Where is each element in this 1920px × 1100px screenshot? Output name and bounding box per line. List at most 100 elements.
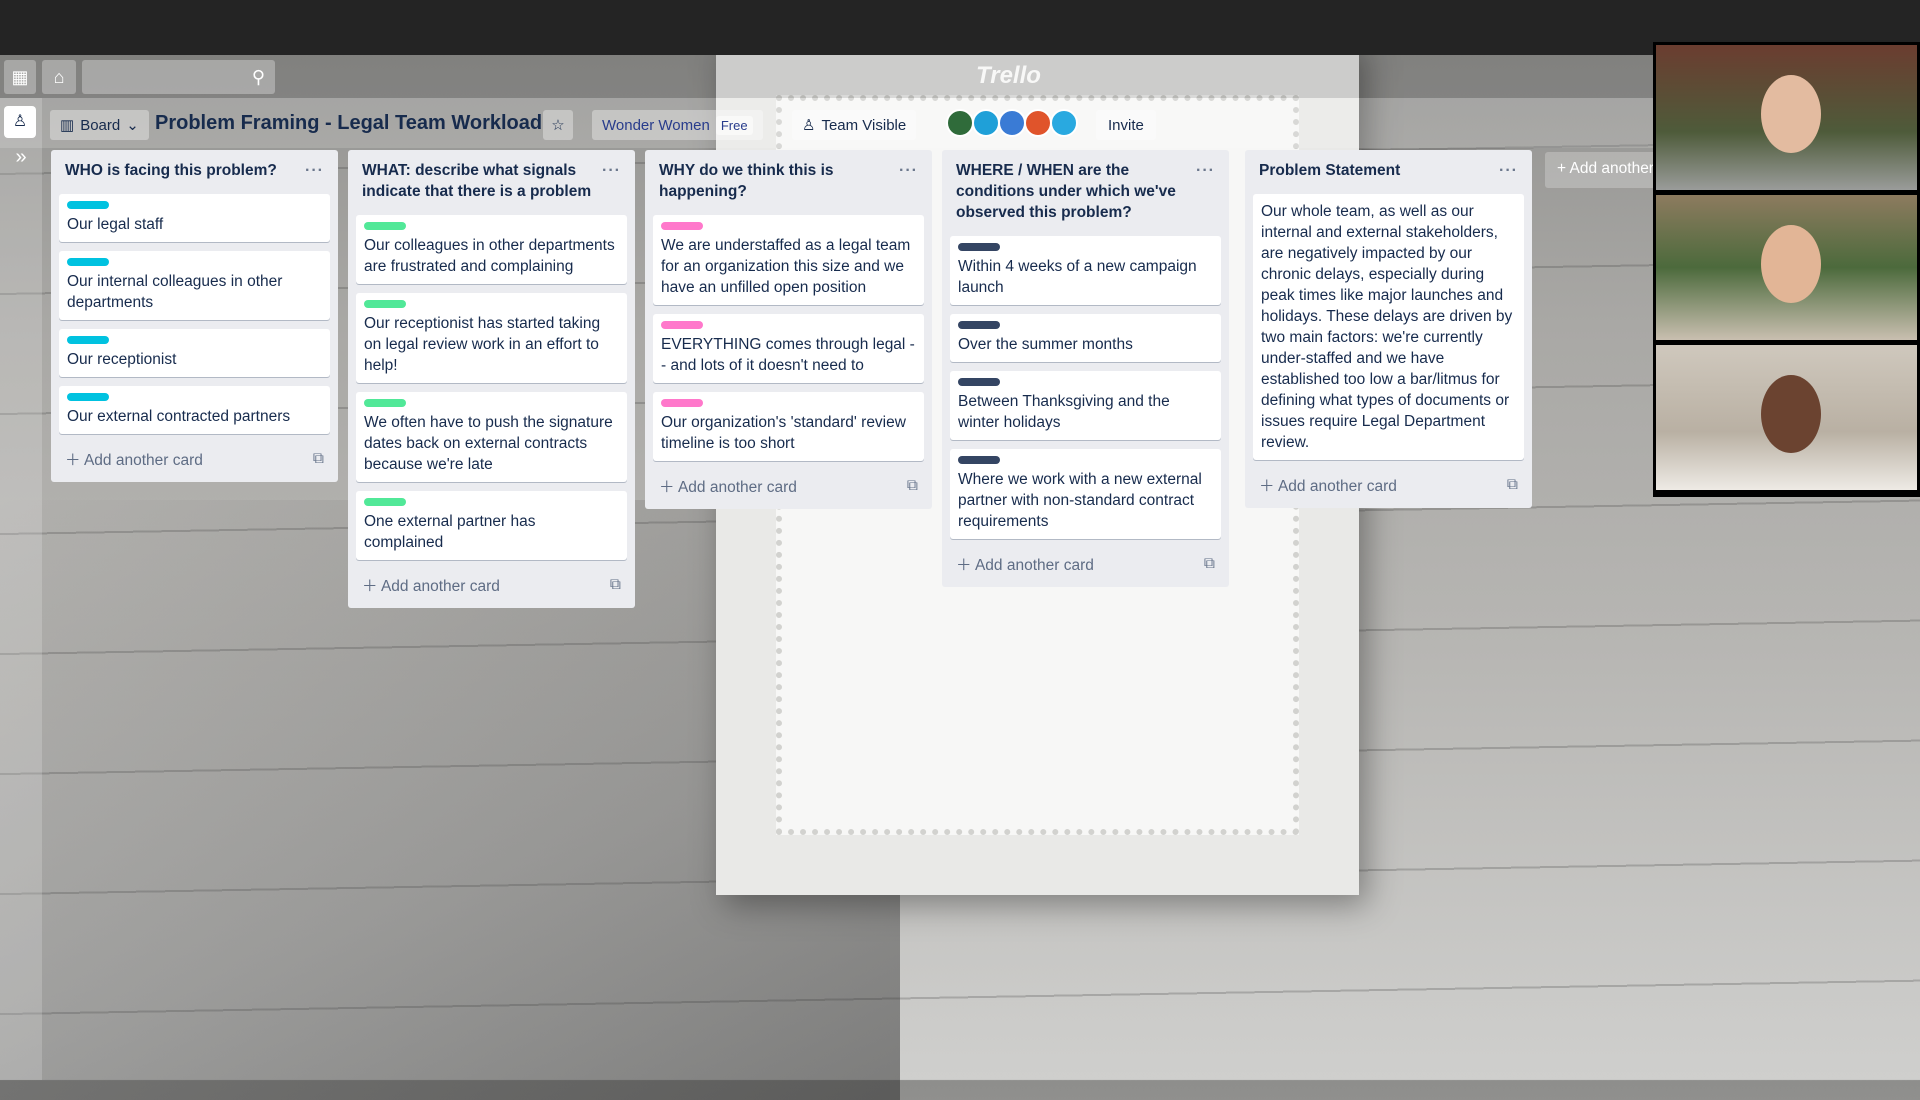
add-card-button[interactable]: ＋ Add another card bbox=[659, 475, 797, 497]
card[interactable]: Over the summer months bbox=[950, 314, 1221, 362]
card-label[interactable] bbox=[958, 321, 1000, 329]
board-title[interactable]: Problem Framing - Legal Team Workload bbox=[155, 112, 542, 135]
member-avatar[interactable] bbox=[946, 109, 974, 137]
card-label[interactable] bbox=[364, 498, 406, 506]
list-menu-icon[interactable]: ··· bbox=[1499, 160, 1518, 181]
member-avatar[interactable] bbox=[972, 109, 1000, 137]
list-title[interactable]: WHAT: describe what signals indicate tha… bbox=[362, 160, 602, 202]
list: WHAT: describe what signals indicate tha… bbox=[348, 150, 635, 608]
board-switcher-button[interactable]: ▥ Board ⌄ bbox=[50, 110, 149, 140]
card-text: Our organization's 'standard' review tim… bbox=[661, 414, 906, 452]
home-icon[interactable]: ⌂ bbox=[42, 60, 76, 94]
card-label[interactable] bbox=[661, 321, 703, 329]
card[interactable]: Our receptionist bbox=[59, 329, 330, 377]
video-tile-participant-3 bbox=[1656, 345, 1917, 490]
team-visible-icon: ♙ bbox=[802, 117, 816, 134]
add-list-button[interactable]: + Add another list bbox=[1545, 152, 1655, 188]
list: Problem Statement ··· Our whole team, as w… bbox=[1245, 150, 1532, 508]
list-menu-icon[interactable]: ··· bbox=[1196, 160, 1215, 223]
card-text: Our receptionist has started taking on l… bbox=[364, 315, 601, 374]
card-label[interactable] bbox=[958, 378, 1000, 386]
card-label[interactable] bbox=[661, 399, 703, 407]
add-card-button[interactable]: ＋ Add another card bbox=[65, 448, 203, 470]
list-menu-icon[interactable]: ··· bbox=[899, 160, 918, 202]
card[interactable]: Within 4 weeks of a new campaign launch bbox=[950, 236, 1221, 305]
card-label[interactable] bbox=[67, 336, 109, 344]
card-label[interactable] bbox=[958, 456, 1000, 464]
card-label[interactable] bbox=[364, 300, 406, 308]
card[interactable]: EVERYTHING comes through legal -- and lo… bbox=[653, 314, 924, 383]
card[interactable]: Our receptionist has started taking on l… bbox=[356, 293, 627, 383]
video-tile-participant-1 bbox=[1656, 45, 1917, 190]
card[interactable]: Our organization's 'standard' review tim… bbox=[653, 392, 924, 461]
card[interactable]: Between Thanksgiving and the winter holi… bbox=[950, 371, 1221, 440]
member-avatar[interactable] bbox=[998, 109, 1026, 137]
video-call-panel bbox=[1653, 42, 1920, 497]
board-sidebar: ♙ » bbox=[0, 98, 42, 1080]
card[interactable]: Where we work with a new external partne… bbox=[950, 449, 1221, 539]
list-title[interactable]: WHO is facing this problem? bbox=[65, 160, 277, 181]
card-label[interactable] bbox=[958, 243, 1000, 251]
card[interactable]: We are understaffed as a legal team for … bbox=[653, 215, 924, 305]
expand-sidebar-icon[interactable]: » bbox=[0, 146, 42, 169]
add-card-button[interactable]: ＋ Add another card bbox=[362, 574, 500, 596]
list-menu-icon[interactable]: ··· bbox=[602, 160, 621, 202]
team-button[interactable]: Wonder Women Free bbox=[592, 110, 763, 140]
card-template-icon[interactable]: ⧉ bbox=[1507, 476, 1518, 494]
card-label[interactable] bbox=[67, 258, 109, 266]
list: WHERE / WHEN are the conditions under wh… bbox=[942, 150, 1229, 587]
card-template-icon[interactable]: ⧉ bbox=[1204, 555, 1215, 573]
card-label[interactable] bbox=[661, 222, 703, 230]
card-text: We often have to push the signature date… bbox=[364, 414, 613, 473]
card[interactable]: We often have to push the signature date… bbox=[356, 392, 627, 482]
card[interactable]: Our external contracted partners bbox=[59, 386, 330, 434]
list-title[interactable]: Problem Statement bbox=[1259, 160, 1400, 181]
apps-grid-icon[interactable]: ▦ bbox=[4, 60, 36, 94]
video-tile-participant-2 bbox=[1656, 195, 1917, 340]
list-title[interactable]: WHY do we think this is happening? bbox=[659, 160, 899, 202]
card[interactable]: One external partner has complained bbox=[356, 491, 627, 560]
card-text: Within 4 weeks of a new campaign launch bbox=[958, 258, 1197, 296]
card-text: One external partner has complained bbox=[364, 513, 536, 551]
card-text: Our external contracted partners bbox=[67, 408, 291, 425]
list-menu-icon[interactable]: ··· bbox=[305, 160, 324, 181]
card-template-icon[interactable]: ⧉ bbox=[907, 477, 918, 495]
card-label[interactable] bbox=[364, 222, 406, 230]
card-text: EVERYTHING comes through legal -- and lo… bbox=[661, 336, 915, 374]
team-icon[interactable]: ♙ bbox=[4, 106, 36, 138]
card-template-icon[interactable]: ⧉ bbox=[610, 576, 621, 594]
card[interactable]: Our internal colleagues in other departm… bbox=[59, 251, 330, 320]
card-text: Our receptionist bbox=[67, 351, 177, 368]
list-title[interactable]: WHERE / WHEN are the conditions under wh… bbox=[956, 160, 1196, 223]
card-label[interactable] bbox=[67, 393, 109, 401]
invite-button[interactable]: Invite bbox=[1096, 110, 1156, 140]
member-avatar[interactable] bbox=[1024, 109, 1052, 137]
card-text: Where we work with a new external partne… bbox=[958, 471, 1202, 530]
card-label[interactable] bbox=[364, 399, 406, 407]
plan-badge: Free bbox=[715, 115, 753, 135]
board-members bbox=[946, 109, 1078, 137]
trello-logo: Trello bbox=[976, 62, 1041, 89]
add-card-button[interactable]: ＋ Add another card bbox=[1259, 474, 1397, 496]
search-icon: ⚲ bbox=[251, 66, 265, 87]
member-avatar[interactable] bbox=[1050, 109, 1078, 137]
card-text: Our legal staff bbox=[67, 216, 164, 233]
list: WHY do we think this is happening? ··· We … bbox=[645, 150, 932, 509]
card[interactable]: Our whole team, as well as our internal … bbox=[1253, 194, 1524, 460]
chevron-down-icon: ⌄ bbox=[126, 117, 139, 134]
window-top-bar bbox=[0, 0, 1920, 55]
card-template-icon[interactable]: ⧉ bbox=[313, 450, 324, 468]
card-label[interactable] bbox=[67, 201, 109, 209]
card-text: Over the summer months bbox=[958, 336, 1133, 353]
card[interactable]: Our legal staff bbox=[59, 194, 330, 242]
add-card-button[interactable]: ＋ Add another card bbox=[956, 553, 1094, 575]
card[interactable]: Our colleagues in other departments are … bbox=[356, 215, 627, 284]
card-text: Our internal colleagues in other departm… bbox=[67, 273, 283, 311]
star-icon[interactable]: ☆ bbox=[543, 110, 573, 140]
visibility-button[interactable]: ♙ Team Visible bbox=[792, 110, 917, 140]
card-text: Our colleagues in other departments are … bbox=[364, 237, 615, 275]
card-text: We are understaffed as a legal team for … bbox=[661, 237, 911, 296]
card-text: Our whole team, as well as our internal … bbox=[1261, 203, 1513, 451]
search-input[interactable]: ⚲ bbox=[82, 60, 275, 94]
list: WHO is facing this problem? ··· Our legal … bbox=[51, 150, 338, 482]
